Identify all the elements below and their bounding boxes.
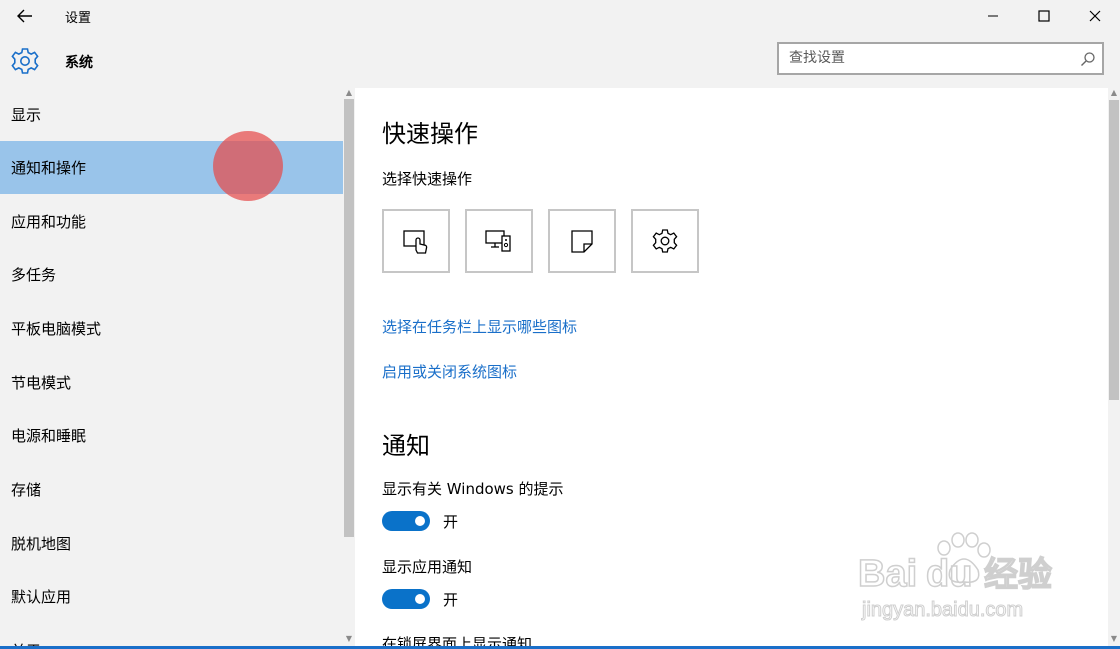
quick-actions-subheading: 选择快速操作 <box>382 170 473 188</box>
toggle-windows-tips[interactable] <box>382 511 430 531</box>
svg-text:经验: 经验 <box>984 555 1052 595</box>
notifications-heading: 通知 <box>382 432 430 460</box>
scroll-down-icon[interactable]: ▼ <box>1108 634 1120 644</box>
quick-actions-heading: 快速操作 <box>382 120 478 148</box>
minimize-icon <box>988 15 998 17</box>
toggle-state-label: 开 <box>443 591 459 609</box>
maximize-icon <box>1038 10 1050 22</box>
gear-icon <box>11 48 39 74</box>
sidebar-item-offline-maps[interactable]: 脱机地图 <box>0 517 343 570</box>
sidebar-item-power-sleep[interactable]: 电源和睡眠 <box>0 409 343 462</box>
maximize-button[interactable] <box>1021 0 1067 32</box>
toggle-app-notifications[interactable] <box>382 589 430 609</box>
setting-label-app-notifications: 显示应用通知 <box>382 558 473 576</box>
toggle-knob <box>415 594 425 604</box>
search-box[interactable] <box>777 42 1104 75</box>
svg-text:jingyan.baidu.com: jingyan.baidu.com <box>861 599 1023 621</box>
section-title: 系统 <box>65 55 93 71</box>
close-button[interactable] <box>1072 0 1118 32</box>
title-bar: 设置 <box>0 0 1120 32</box>
window-title: 设置 <box>65 11 92 26</box>
all-settings-icon <box>652 229 678 253</box>
toggle-state-label: 开 <box>443 513 459 531</box>
sidebar-item-tablet-mode[interactable]: 平板电脑模式 <box>0 302 343 355</box>
content-scrollbar-thumb[interactable] <box>1109 100 1119 400</box>
sidebar-item-apps-features[interactable]: 应用和功能 <box>0 195 343 248</box>
connect-icon <box>485 230 511 252</box>
svg-text:du: du <box>926 553 972 595</box>
scroll-down-icon[interactable]: ▼ <box>343 634 355 644</box>
sidebar-nav: 显示 通知和操作 应用和功能 多任务 平板电脑模式 节电模式 电源和睡眠 存储 … <box>0 88 343 649</box>
sidebar-item-battery-saver[interactable]: 节电模式 <box>0 356 343 409</box>
quick-action-tile-tablet-mode[interactable] <box>382 209 450 273</box>
tablet-mode-icon <box>403 230 428 254</box>
sidebar-item-multitasking[interactable]: 多任务 <box>0 248 343 301</box>
svg-text:Bai: Bai <box>858 553 917 595</box>
sidebar-item-storage[interactable]: 存储 <box>0 463 343 516</box>
link-taskbar-icons[interactable]: 选择在任务栏上显示哪些图标 <box>382 316 577 337</box>
page-header: 系统 <box>0 32 1120 88</box>
toggle-knob <box>415 516 425 526</box>
quick-action-tile-connect[interactable] <box>465 209 533 273</box>
search-input[interactable] <box>789 50 1069 66</box>
setting-label-windows-tips: 显示有关 Windows 的提示 <box>382 480 564 498</box>
minimize-button[interactable] <box>970 0 1016 32</box>
scroll-up-icon[interactable]: ▲ <box>1108 88 1120 98</box>
scroll-up-icon[interactable]: ▲ <box>343 88 355 98</box>
back-button[interactable] <box>12 4 38 28</box>
note-icon <box>571 230 593 253</box>
sidebar-scrollbar-thumb[interactable] <box>344 99 354 537</box>
baidu-jingyan-watermark: Bai du 经验 jingyan.baidu.com <box>857 532 1053 622</box>
quick-action-tile-all-settings[interactable] <box>631 209 699 273</box>
link-system-icons[interactable]: 启用或关闭系统图标 <box>382 361 517 382</box>
back-arrow-icon <box>17 9 32 23</box>
sidebar-item-display[interactable]: 显示 <box>0 88 343 141</box>
search-icon[interactable] <box>1080 51 1096 67</box>
quick-action-tile-note[interactable] <box>548 209 616 273</box>
sidebar-item-notifications-actions[interactable]: 通知和操作 <box>0 141 343 194</box>
sidebar-item-default-apps[interactable]: 默认应用 <box>0 570 343 623</box>
close-icon <box>1089 10 1101 22</box>
